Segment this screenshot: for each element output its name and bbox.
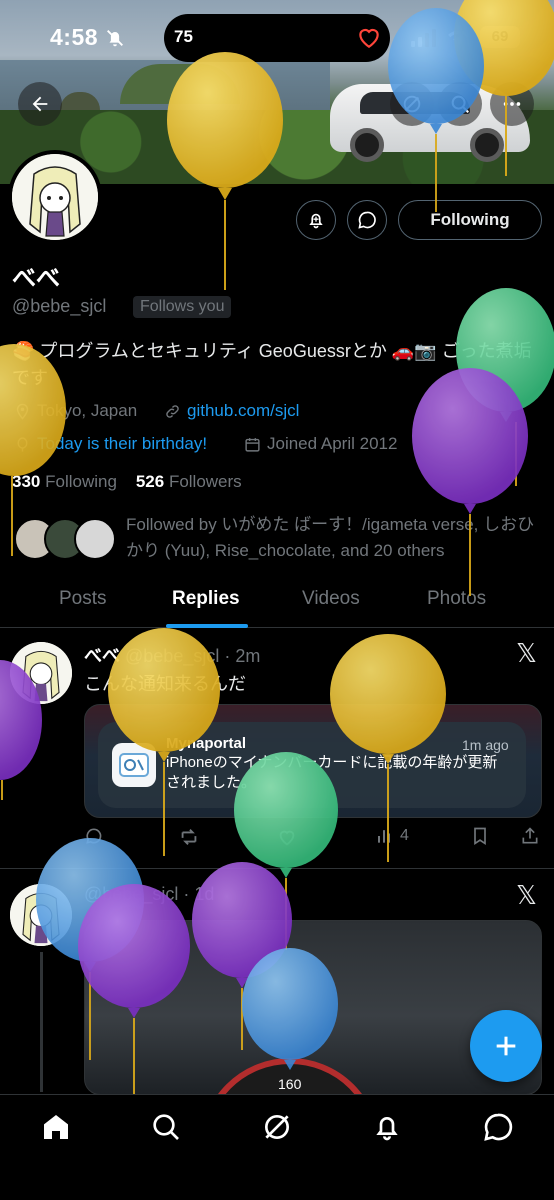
search-icon <box>153 1114 179 1140</box>
bottom-navigation <box>0 1094 554 1200</box>
grok-icon <box>265 1115 289 1139</box>
balloon-purple <box>412 368 528 596</box>
home-icon <box>44 1115 68 1139</box>
balloon-blue <box>242 948 338 1070</box>
nav-grok[interactable] <box>261 1111 293 1143</box>
chat-icon <box>484 1113 513 1141</box>
nav-notifications[interactable] <box>371 1111 403 1143</box>
birthday-balloons <box>0 0 554 1094</box>
nav-messages[interactable] <box>482 1111 514 1143</box>
nav-search[interactable] <box>150 1111 182 1143</box>
balloon-yellow <box>330 634 446 862</box>
balloon-yellow <box>108 628 220 856</box>
balloon-purple <box>0 660 42 800</box>
bell-icon <box>376 1117 398 1141</box>
balloon-yellow <box>167 52 283 290</box>
balloon-purple <box>78 884 190 1094</box>
nav-home[interactable] <box>40 1111 72 1143</box>
balloon-yellow <box>0 344 66 556</box>
balloon-blue <box>388 8 484 212</box>
